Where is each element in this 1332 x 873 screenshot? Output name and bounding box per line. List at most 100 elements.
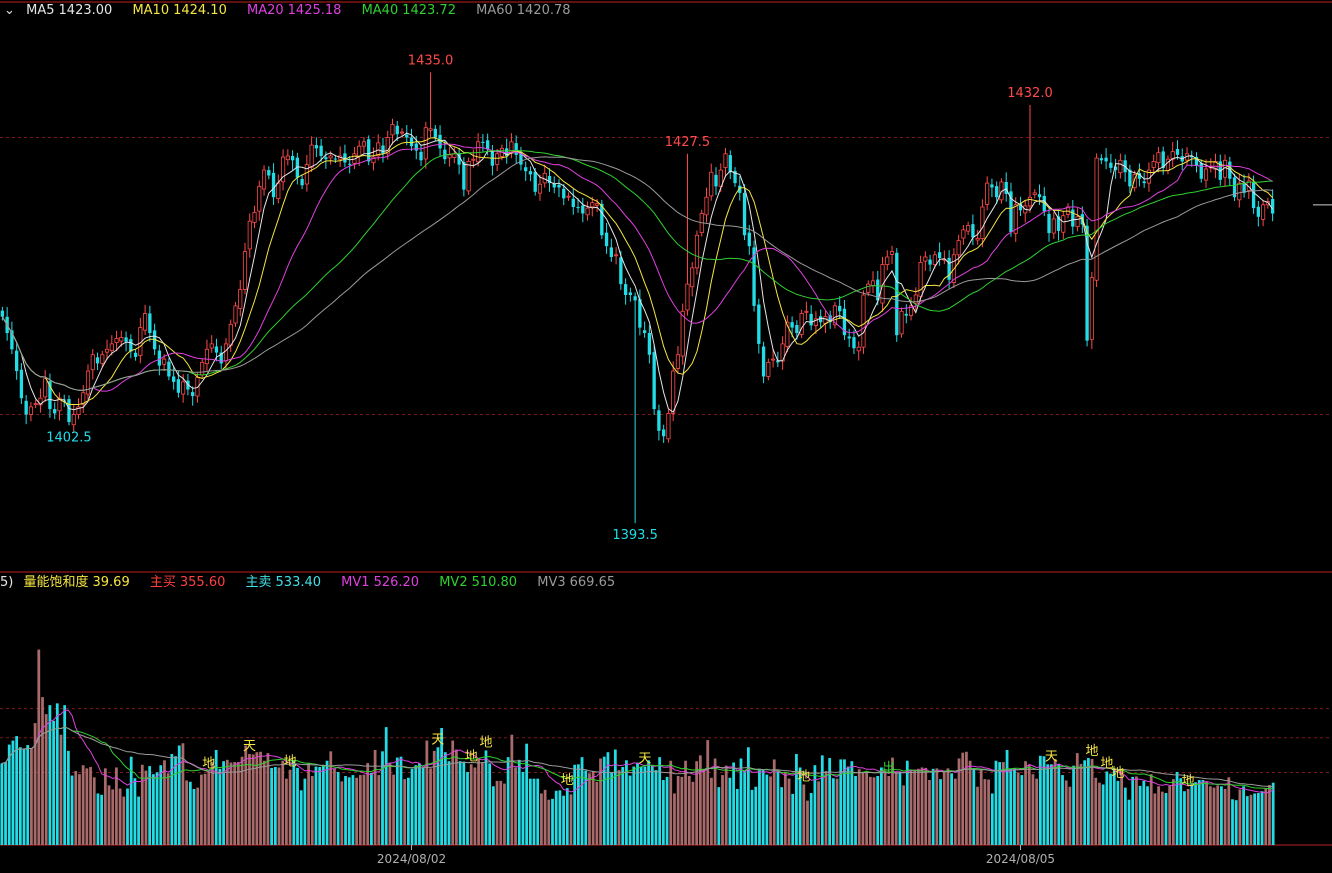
- candle-body: [85, 370, 91, 395]
- candle-body: [71, 414, 76, 426]
- candle-body: [109, 343, 114, 352]
- volume-bar: [595, 781, 599, 845]
- candle-body: [852, 337, 856, 349]
- candle-body: [438, 134, 442, 149]
- candle-body: [309, 144, 314, 168]
- candle-body: [562, 188, 566, 199]
- volume-bar: [743, 770, 747, 845]
- volume-bar: [761, 770, 765, 845]
- volume-bar: [188, 781, 192, 845]
- volume-bar: [754, 786, 758, 845]
- volume-bar: [491, 786, 495, 845]
- candle: [457, 148, 461, 175]
- volume-bar: [831, 778, 835, 845]
- candle: [780, 336, 785, 370]
- volume-bar: [22, 749, 26, 845]
- volume-bar: [961, 752, 965, 845]
- volume-bar: [913, 769, 917, 845]
- candle: [1175, 140, 1180, 160]
- volume-bar: [447, 761, 451, 845]
- candle-body: [1075, 216, 1080, 227]
- volume-bar: [1234, 800, 1238, 845]
- candle-body: [571, 198, 575, 208]
- price-annotation: 1393.5: [612, 528, 658, 543]
- candle-body: [1151, 160, 1156, 168]
- candle: [990, 178, 994, 198]
- candle: [657, 404, 661, 441]
- chevron-down-icon[interactable]: ⌄: [4, 0, 15, 18]
- volume-bar: [680, 776, 684, 845]
- volume-bar: [610, 772, 614, 845]
- candle: [642, 321, 647, 338]
- candle: [295, 152, 300, 185]
- volume-bar: [554, 790, 558, 845]
- volume-bar: [270, 767, 274, 845]
- candle-body: [304, 164, 309, 185]
- candle-body: [600, 203, 604, 236]
- candle: [856, 341, 861, 361]
- volume-marker: 天: [431, 732, 444, 747]
- candle-body: [766, 361, 771, 377]
- volume-bar: [802, 784, 806, 845]
- volume-bar: [780, 787, 784, 845]
- volume-bar: [418, 763, 421, 845]
- candle: [885, 250, 890, 271]
- price-annotation: 1402.5: [46, 430, 92, 445]
- candle: [167, 357, 171, 381]
- volume-bar: [1205, 781, 1209, 845]
- volume-bar: [939, 779, 942, 845]
- candle-body: [975, 238, 980, 241]
- candle: [662, 424, 666, 443]
- volume-bar: [931, 768, 935, 845]
- volume-marker: 地: [1086, 744, 1099, 759]
- volume-bar: [340, 781, 344, 845]
- candle-body: [67, 399, 71, 423]
- candle-body: [966, 225, 971, 232]
- volume-bar: [78, 774, 81, 845]
- candle-body: [314, 145, 319, 149]
- volume-bar: [211, 762, 214, 845]
- volume-bar: [421, 767, 425, 845]
- volume-bar: [540, 793, 543, 845]
- volume-bar: [358, 775, 362, 845]
- volume-bar: [466, 771, 469, 845]
- candle: [514, 135, 518, 164]
- candle: [85, 364, 91, 400]
- candle: [143, 304, 148, 335]
- volume-bar: [1009, 768, 1013, 845]
- volume-marker: 天: [638, 752, 651, 767]
- candle: [552, 176, 556, 194]
- vol-prefix: 5): [0, 575, 14, 590]
- volume-bar: [562, 795, 565, 845]
- volume-bar: [865, 772, 869, 845]
- candle: [281, 149, 286, 191]
- candle-body: [223, 343, 229, 362]
- candle-body: [1061, 215, 1066, 233]
- candle: [67, 395, 71, 426]
- candle: [271, 163, 276, 205]
- volume-bar: [333, 768, 336, 845]
- volume-bar: [739, 758, 743, 845]
- volume-bar: [484, 750, 488, 845]
- candle: [252, 205, 257, 229]
- candle: [1165, 155, 1171, 175]
- volume-bar: [1138, 785, 1142, 845]
- candle: [1032, 189, 1037, 199]
- volume-bar: [325, 760, 329, 845]
- volume-bar: [732, 762, 735, 845]
- volume-bar: [107, 785, 111, 845]
- volume-bar: [192, 788, 196, 845]
- volume-bar: [1238, 789, 1242, 845]
- volume-marker: 地: [479, 735, 492, 750]
- volume-bar: [451, 740, 455, 845]
- candle-body: [214, 346, 219, 353]
- candle-body: [19, 369, 24, 399]
- volume-bar: [373, 749, 377, 845]
- candle: [776, 351, 780, 368]
- candle-body: [390, 124, 395, 136]
- volume-bar: [1027, 764, 1031, 845]
- volume-bar: [399, 756, 403, 845]
- volume-bar: [74, 771, 78, 845]
- ma40-legend: MA40 1423.72: [361, 3, 456, 18]
- candle: [200, 358, 205, 379]
